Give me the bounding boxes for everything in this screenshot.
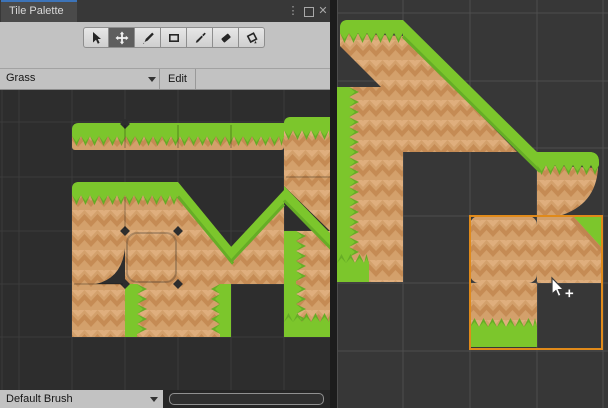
divider (195, 69, 196, 89)
tile-palette-window: Tile Palette ⋮ ✕ Active Tilemap Tilemap … (0, 0, 330, 408)
tool-paintbrush-button[interactable] (135, 27, 161, 48)
tool-button-group (83, 27, 265, 48)
tile-palette-toolbar: Active Tilemap Tilemap (0, 22, 330, 68)
move-icon (115, 31, 129, 45)
brush-bar: Default Brush (0, 390, 330, 408)
chevron-down-icon (150, 397, 158, 402)
panel-divider (330, 0, 337, 408)
edit-button[interactable]: Edit (161, 69, 194, 89)
horizontal-scrollbar[interactable] (163, 390, 330, 408)
tool-box-fill-button[interactable] (161, 27, 187, 48)
picker-icon (193, 31, 207, 45)
horizontal-scrollbar-thumb[interactable] (169, 393, 324, 405)
scene-view[interactable] (337, 0, 608, 408)
tile-palette-titlebar: Tile Palette ⋮ ✕ (0, 0, 330, 22)
chevron-down-icon[interactable] (148, 77, 156, 82)
select-icon (89, 31, 103, 45)
tool-eraser-button[interactable] (213, 27, 239, 48)
tool-picker-button[interactable] (187, 27, 213, 48)
tool-move-button[interactable] (109, 27, 135, 48)
box-fill-icon (167, 31, 181, 45)
window-maximize-icon[interactable] (304, 7, 314, 17)
palette-selector-bar: Grass Edit (0, 68, 330, 90)
paintbrush-icon (141, 31, 155, 45)
unity-editor-region: Tile Palette ⋮ ✕ Active Tilemap Tilemap … (0, 0, 608, 408)
window-close-icon[interactable]: ✕ (316, 3, 330, 19)
palette-name-dropdown[interactable]: Grass (6, 72, 35, 84)
tile-palette-canvas[interactable] (0, 90, 330, 390)
fill-bucket-icon (245, 31, 259, 45)
divider (159, 69, 160, 89)
brush-dropdown[interactable]: Default Brush (0, 390, 163, 408)
tile-palette-grid[interactable] (0, 90, 330, 390)
eraser-icon (219, 31, 233, 45)
brush-dropdown-value: Default Brush (0, 393, 73, 405)
window-menu-icon[interactable]: ⋮ (286, 3, 300, 19)
tool-select-button[interactable] (83, 27, 109, 48)
tool-fill-bucket-button[interactable] (239, 27, 265, 48)
tab-tile-palette[interactable]: Tile Palette (1, 0, 77, 22)
tile-palette-title: Tile Palette (9, 5, 64, 17)
scene-view-canvas[interactable] (337, 0, 608, 408)
